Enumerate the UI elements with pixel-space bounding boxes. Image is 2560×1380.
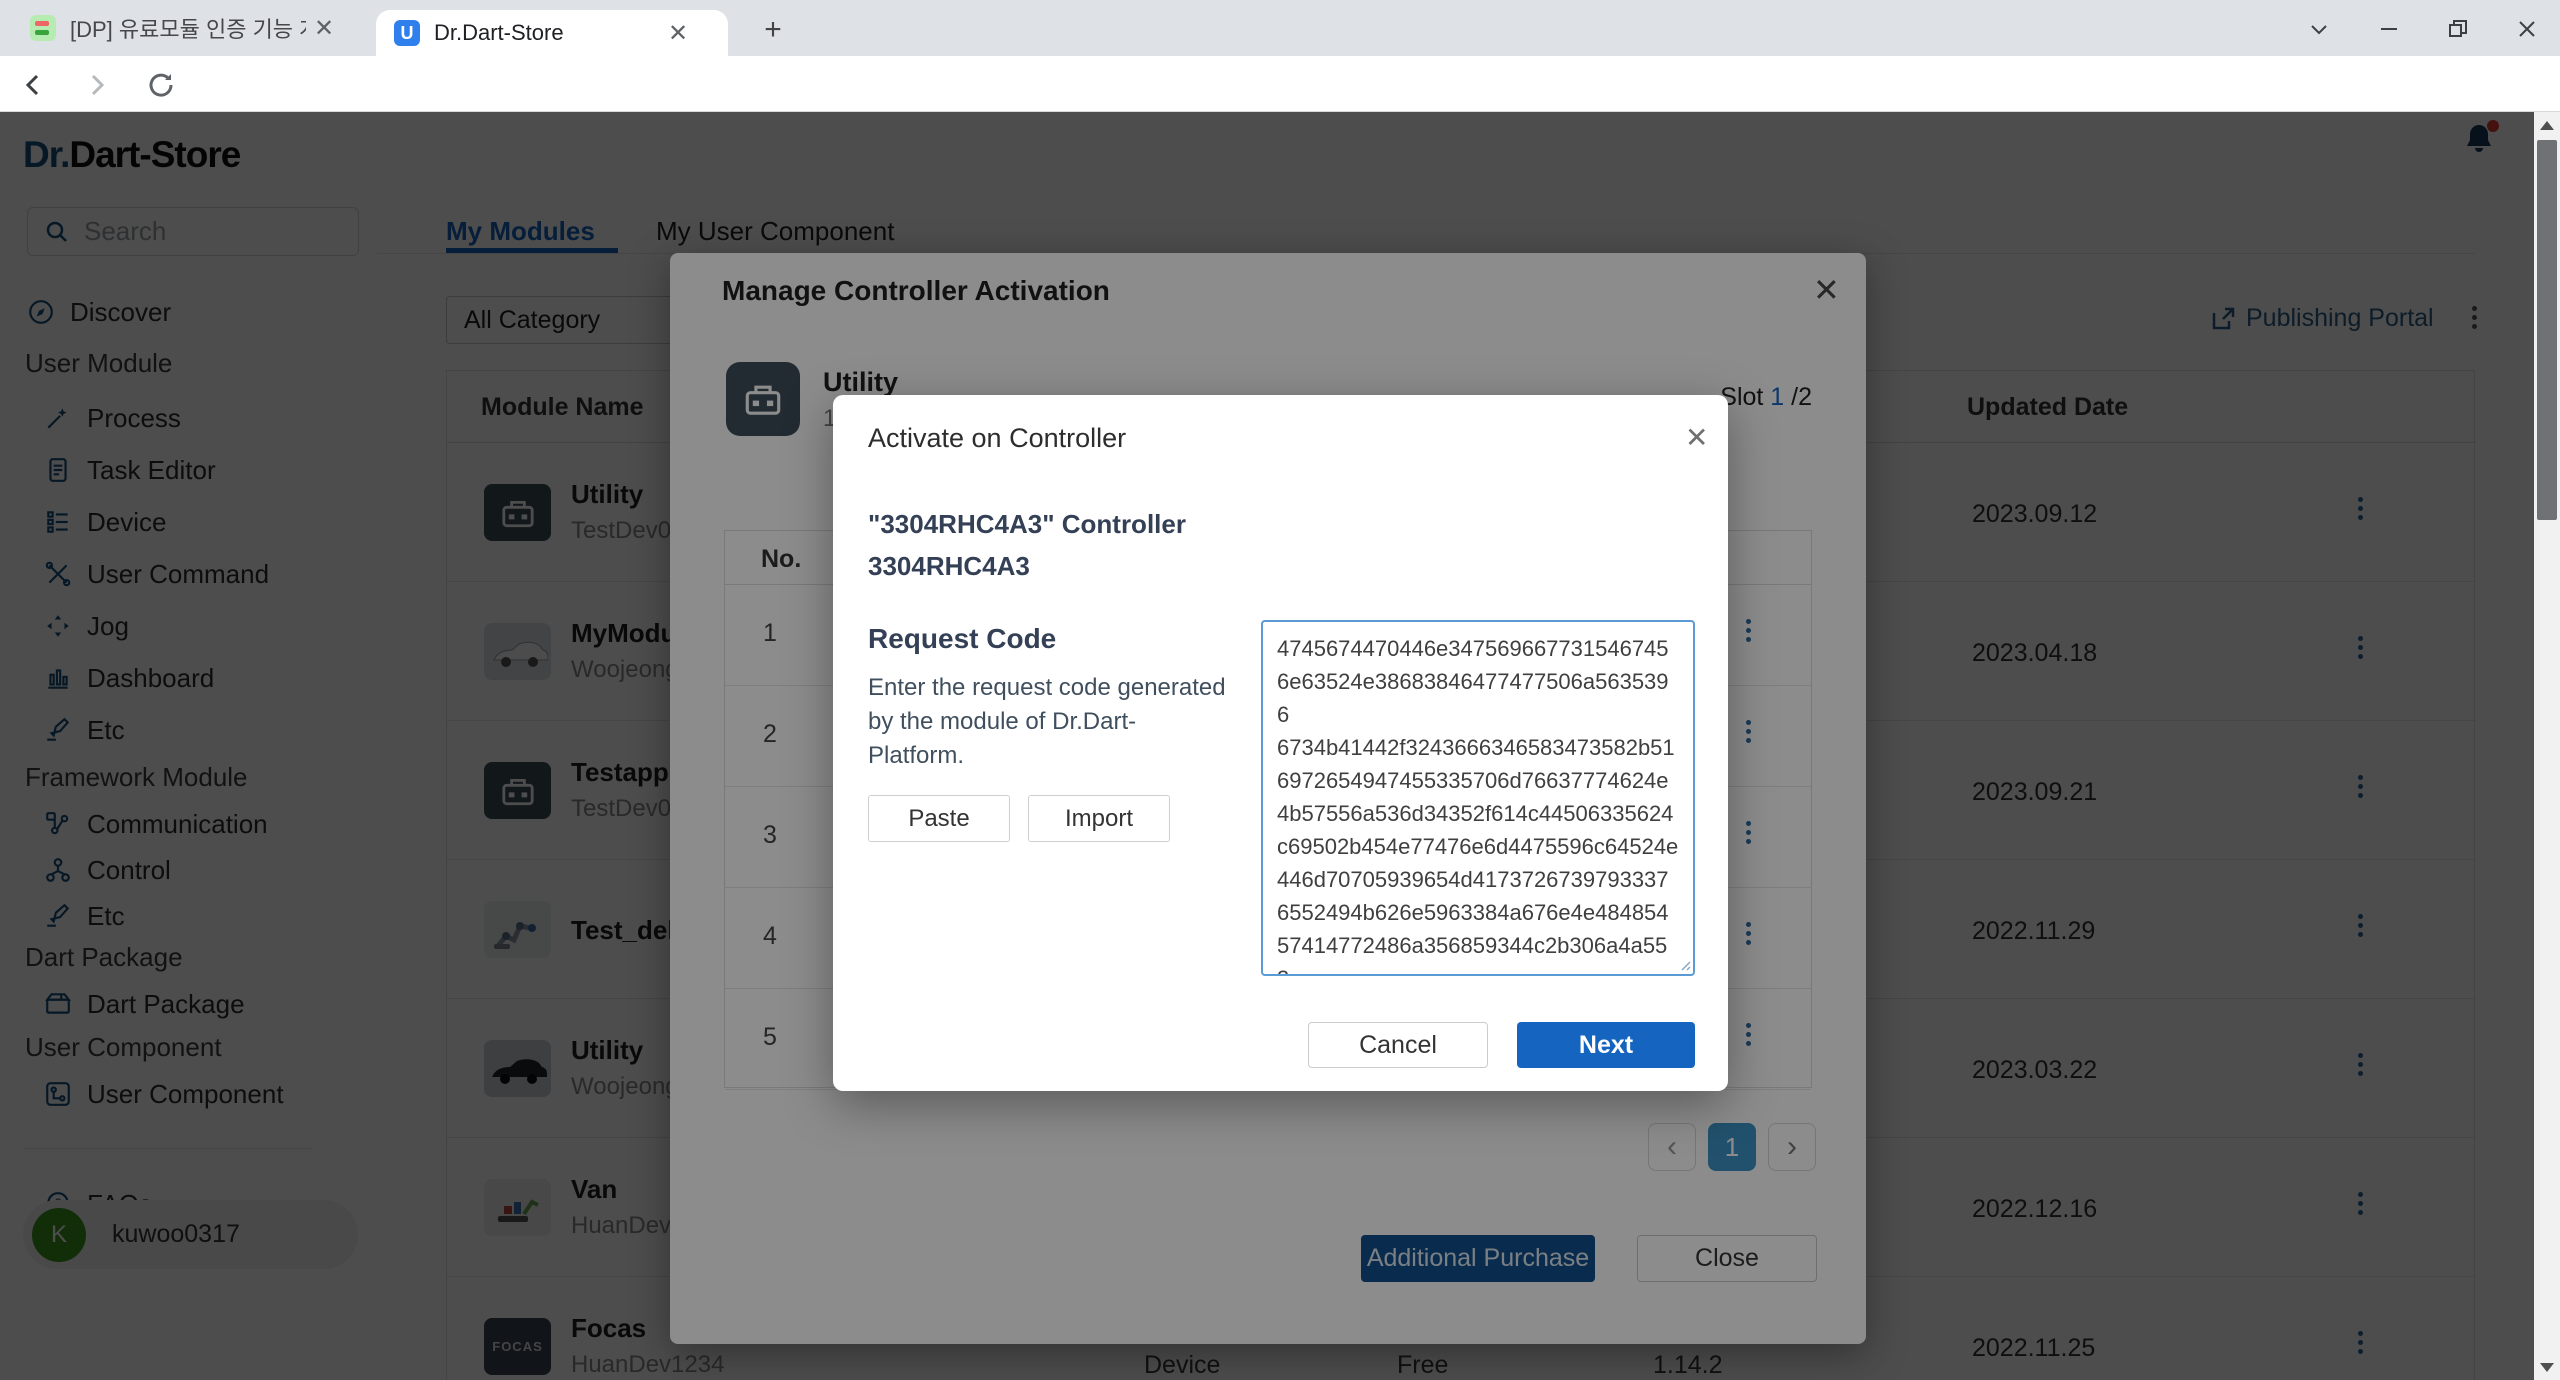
import-button[interactable]: Import (1028, 795, 1170, 842)
activate-on-controller-dialog: Activate on Controller ✕ "3304RHC4A3" Co… (833, 395, 1728, 1091)
request-code-label: Request Code (868, 623, 1056, 655)
tab-title: Dr.Dart-Store (434, 20, 660, 46)
tab-title: [DP] 유료모듈 인증 기능 개발 (미 (70, 12, 306, 44)
next-button[interactable]: Next (1517, 1022, 1695, 1068)
paste-button[interactable]: Paste (868, 795, 1010, 842)
reload-icon[interactable] (144, 68, 178, 102)
resize-handle-icon[interactable] (1677, 957, 1691, 971)
back-icon[interactable] (16, 68, 50, 102)
window-close-button[interactable] (2510, 12, 2544, 46)
tab-favicon-icon: U (394, 20, 420, 46)
request-code-description: Enter the request code generatedby the m… (868, 671, 1263, 773)
cancel-button[interactable]: Cancel (1308, 1022, 1488, 1068)
scroll-down-arrow-icon[interactable] (2534, 1354, 2560, 1380)
window-minimize-button[interactable] (2372, 12, 2406, 46)
browser-tab-jira[interactable]: [DP] 유료모듈 인증 기능 개발 (미 ✕ (12, 0, 368, 56)
window-restore-button[interactable] (2441, 12, 2475, 46)
tab-close-icon[interactable]: ✕ (314, 14, 334, 43)
tab-close-icon[interactable]: ✕ (668, 19, 688, 48)
controller-title: "3304RHC4A3" Controller (868, 509, 1186, 540)
dialog-close-icon[interactable]: ✕ (1685, 421, 1708, 454)
dialog-title: Activate on Controller (868, 423, 1126, 454)
scroll-up-arrow-icon[interactable] (2534, 112, 2560, 138)
scrollbar-thumb[interactable] (2537, 140, 2557, 520)
browser-toolbar: test.store.drdart.io/my-page G文 (0, 56, 2560, 112)
controller-serial: 3304RHC4A3 (868, 551, 1030, 582)
page-scrollbar[interactable] (2534, 112, 2560, 1380)
new-tab-button[interactable]: + (756, 14, 790, 48)
forward-icon[interactable] (80, 68, 114, 102)
request-code-textarea[interactable] (1261, 620, 1695, 976)
tab-favicon-icon (30, 15, 56, 41)
browser-tab-drdart-store[interactable]: U Dr.Dart-Store ✕ (376, 10, 728, 56)
browser-tab-strip: [DP] 유료모듈 인증 기능 개발 (미 ✕ U Dr.Dart-Store … (0, 0, 2560, 56)
window-chevron-icon[interactable] (2302, 12, 2336, 46)
